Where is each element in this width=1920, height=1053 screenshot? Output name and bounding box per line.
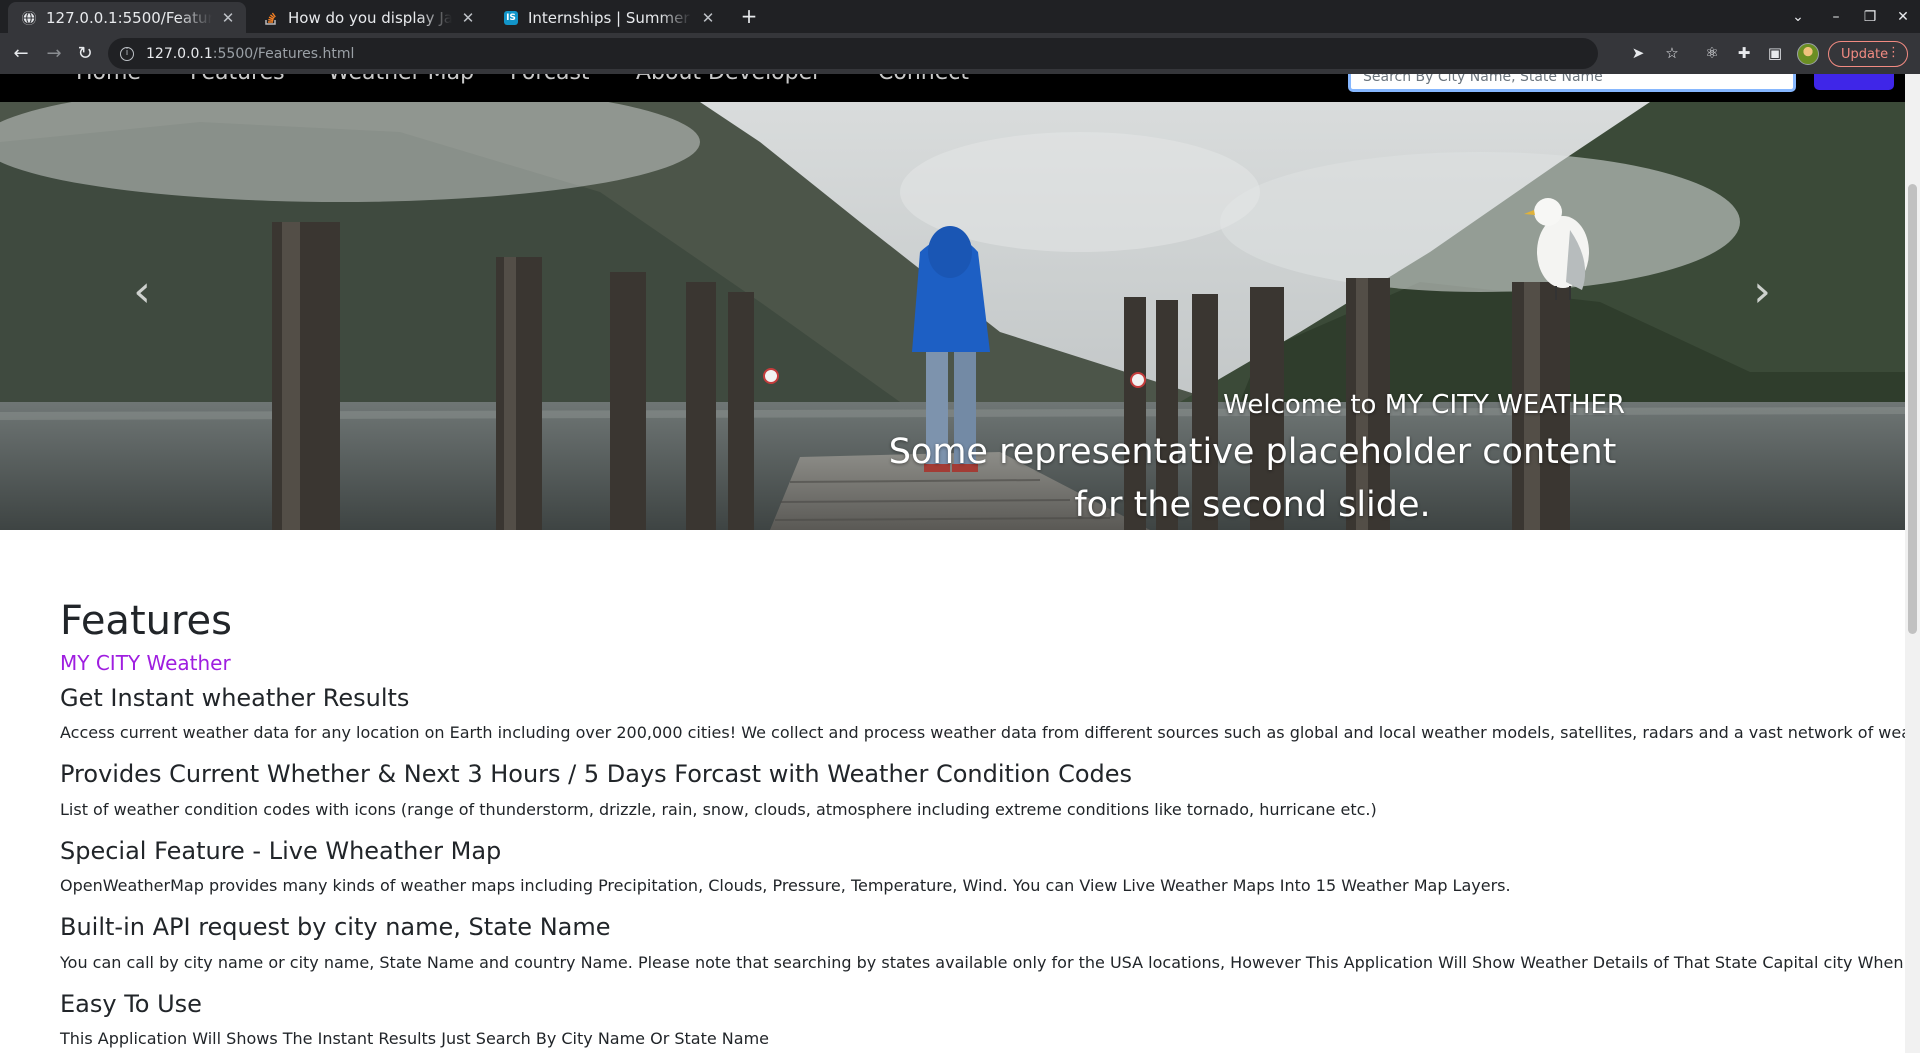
feature-text: OpenWeatherMap provides many kinds of we…	[60, 876, 1511, 895]
feature-title: Special Feature - Live Wheather Map	[60, 837, 502, 865]
site-info-icon[interactable]: i	[120, 46, 134, 61]
scrollbar-thumb[interactable]	[1908, 184, 1917, 634]
nav-features[interactable]: Features	[190, 74, 285, 85]
url-host: 127.0.0.1	[146, 45, 213, 62]
feature-title: Get Instant wheather Results	[60, 684, 410, 712]
page-viewport: Home Features Weather Map Forcast About …	[0, 74, 1905, 1053]
caption-title: Welcome to MY CITY WEATHER	[1223, 390, 1625, 420]
feature-text: List of weather condition codes with ico…	[60, 800, 1377, 819]
send-icon[interactable]: ➤	[1627, 42, 1649, 64]
restore-icon[interactable]: ❐	[1857, 4, 1883, 30]
back-icon[interactable]: ←	[8, 41, 34, 67]
tab-title: How do you display JavaScript	[288, 8, 452, 27]
city-search-input[interactable]: Search By City Name, State Name	[1348, 74, 1796, 92]
feature-title: Easy To Use	[60, 990, 202, 1018]
feature-title: Built-in API request by city name, State…	[60, 913, 611, 941]
tab-title: Internships | Summer Internships	[528, 8, 692, 27]
close-tab-icon[interactable]: ✕	[460, 9, 476, 27]
side-panel-icon[interactable]: ▣	[1764, 42, 1786, 64]
page-title: Features	[60, 598, 232, 644]
carousel-caption: Welcome to MY CITY WEATHER Some represen…	[880, 390, 1625, 530]
hero-carousel: ‹ › Welcome to MY CITY WEATHER Some repr…	[0, 102, 1905, 530]
nav-about-developer[interactable]: About Developer	[636, 74, 821, 85]
nav-weather-map[interactable]: Weather Map	[328, 74, 474, 85]
update-button[interactable]: Update ⋮	[1828, 41, 1908, 67]
close-tab-icon[interactable]: ✕	[700, 9, 716, 27]
bookmark-star-icon[interactable]: ☆	[1661, 42, 1683, 64]
update-label: Update	[1841, 46, 1889, 62]
new-tab-button[interactable]: +	[736, 2, 762, 30]
close-window-icon[interactable]: ✕	[1890, 4, 1916, 30]
search-button[interactable]	[1814, 74, 1894, 90]
site-navbar: Home Features Weather Map Forcast About …	[0, 74, 1905, 102]
caption-text: Some representative placeholder content …	[888, 432, 1617, 525]
reload-icon[interactable]: ↻	[72, 41, 98, 67]
tab-internships[interactable]: IS Internships | Summer Internships ✕	[490, 2, 726, 33]
carousel-prev-icon[interactable]: ‹	[112, 252, 172, 332]
close-tab-icon[interactable]: ✕	[220, 9, 236, 27]
minimize-icon[interactable]: –	[1823, 4, 1849, 30]
stackoverflow-icon	[264, 11, 278, 25]
browser-toolbar: ← → ↻ i 127.0.0.1:5500/Features.html ➤ ☆…	[0, 33, 1920, 74]
feature-title: Provides Current Whether & Next 3 Hours …	[60, 760, 1133, 788]
browser-tab-strip: 127.0.0.1:5500/Features.html ✕ How do yo…	[0, 0, 1920, 33]
url-path: :5500/Features.html	[212, 45, 355, 62]
tab-title: 127.0.0.1:5500/Features.html	[46, 8, 212, 27]
tab-features[interactable]: 127.0.0.1:5500/Features.html ✕	[8, 2, 246, 33]
extensions-puzzle-icon[interactable]: ✚	[1733, 42, 1755, 64]
address-bar[interactable]: i 127.0.0.1:5500/Features.html	[108, 38, 1598, 69]
nav-connect[interactable]: Connect	[878, 74, 969, 85]
feature-text: You can call by city name or city name, …	[60, 953, 1905, 972]
feature-text: Access current weather data for any loca…	[60, 723, 1905, 742]
internshala-icon: IS	[504, 10, 518, 25]
brand-subtitle: MY CITY Weather	[60, 651, 231, 675]
nav-home[interactable]: Home	[76, 74, 141, 85]
tab-search-icon[interactable]: ⌄	[1785, 4, 1811, 30]
feature-text: This Application Will Shows The Instant …	[60, 1029, 769, 1048]
page-scrollbar[interactable]	[1905, 74, 1920, 1053]
globe-icon	[22, 10, 36, 25]
kebab-menu-icon[interactable]: ⋮	[1887, 45, 1900, 60]
profile-avatar[interactable]	[1797, 43, 1819, 65]
forward-icon[interactable]: →	[41, 41, 67, 67]
nav-forcast[interactable]: Forcast	[510, 74, 590, 85]
carousel-next-icon[interactable]: ›	[1732, 252, 1792, 332]
react-devtools-icon[interactable]: ⚛	[1701, 42, 1723, 64]
tab-stackoverflow[interactable]: How do you display JavaScript ✕	[250, 2, 486, 33]
